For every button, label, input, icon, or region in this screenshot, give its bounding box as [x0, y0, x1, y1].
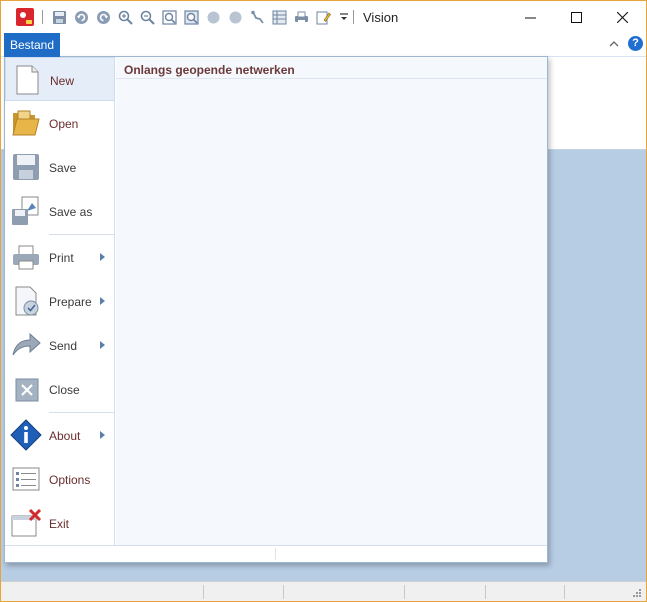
submenu-arrow-icon — [100, 297, 105, 305]
save-as-icon — [12, 196, 39, 225]
menu-item-label: Exit — [49, 517, 70, 531]
recent-networks-pane: Onlangs geopende netwerken — [116, 57, 547, 545]
menu-item-label: Prepare — [49, 295, 92, 309]
undo-icon[interactable] — [73, 9, 89, 25]
minimize-icon — [524, 17, 536, 18]
menu-item-new[interactable]: New — [5, 57, 115, 101]
circle-icon[interactable] — [227, 9, 243, 25]
recent-networks-divider — [116, 78, 547, 79]
connector-icon[interactable] — [249, 9, 265, 25]
edit-icon[interactable] — [315, 9, 331, 25]
zoom-in-icon[interactable] — [117, 9, 133, 25]
menu-footer — [5, 545, 547, 562]
status-separator — [283, 585, 284, 599]
menu-item-about[interactable]: About — [5, 413, 115, 457]
circle-icon[interactable] — [205, 9, 221, 25]
menu-item-save-as[interactable]: Save as — [5, 189, 115, 233]
close-window-button[interactable] — [599, 1, 645, 33]
status-separator — [404, 585, 405, 599]
menu-item-send[interactable]: Send — [5, 323, 115, 367]
app-logo-icon[interactable] — [16, 8, 34, 26]
open-folder-icon — [12, 110, 40, 136]
close-icon — [616, 11, 628, 23]
print-icon[interactable] — [293, 9, 309, 25]
ribbon-collapse-icon[interactable] — [607, 37, 621, 51]
redo-icon[interactable] — [95, 9, 111, 25]
prepare-icon — [15, 286, 39, 316]
maximize-button[interactable] — [553, 1, 599, 33]
toolbar-separator — [42, 10, 43, 24]
menu-item-label: Send — [49, 339, 78, 353]
exit-icon — [11, 508, 42, 537]
menu-item-exit[interactable]: Exit — [5, 501, 115, 545]
application-menu: New Open Save Save as Print Prepare Send… — [4, 56, 548, 563]
zoom-fit-icon[interactable] — [161, 9, 177, 25]
menu-item-options[interactable]: Options — [5, 457, 115, 501]
info-icon — [10, 419, 42, 451]
status-separator — [203, 585, 204, 599]
maximize-icon — [570, 11, 582, 23]
resize-grip-icon[interactable] — [632, 588, 642, 598]
menu-item-label: Save — [49, 161, 77, 175]
command-list: New Open Save Save as Print Prepare Send… — [5, 57, 115, 545]
submenu-arrow-icon — [100, 431, 105, 439]
save-icon[interactable] — [51, 9, 67, 25]
zoom-select-icon[interactable] — [183, 9, 199, 25]
submenu-arrow-icon — [100, 341, 105, 349]
menu-item-open[interactable]: Open — [5, 101, 115, 145]
toolbar-separator — [353, 10, 354, 24]
status-separator — [485, 585, 486, 599]
zoom-out-icon[interactable] — [139, 9, 155, 25]
menu-item-label: Open — [49, 117, 79, 131]
printer-icon — [13, 245, 39, 270]
menu-item-label: Options — [49, 473, 91, 487]
ribbon-tab-strip — [1, 33, 646, 57]
options-list-icon — [12, 467, 40, 491]
help-icon[interactable]: ? — [628, 36, 643, 51]
send-arrow-icon — [12, 332, 41, 356]
menu-item-label: Close — [49, 383, 80, 397]
table-icon[interactable] — [271, 9, 287, 25]
menu-item-label: New — [50, 74, 75, 88]
app-window: Vision ? Bestand New Open Save Save as P… — [0, 0, 647, 602]
window-title: Vision — [363, 10, 399, 25]
menu-item-label: Save as — [49, 205, 93, 219]
menu-item-close[interactable]: Close — [5, 367, 115, 411]
title-bar: Vision — [1, 1, 646, 33]
menu-item-save[interactable]: Save — [5, 145, 115, 189]
new-document-icon — [16, 65, 39, 95]
save-disk-icon — [13, 154, 39, 180]
menu-item-label: Print — [49, 251, 74, 265]
status-bar — [1, 581, 646, 601]
status-separator — [564, 585, 565, 599]
menu-item-prepare[interactable]: Prepare — [5, 279, 115, 323]
close-document-icon — [15, 378, 39, 402]
menu-item-label: About — [49, 429, 81, 443]
customize-dropdown-icon[interactable] — [336, 9, 352, 25]
submenu-arrow-icon — [100, 253, 105, 261]
menu-item-print[interactable]: Print — [5, 235, 115, 279]
application-menu-tab[interactable]: Bestand — [4, 33, 60, 57]
minimize-button[interactable] — [507, 1, 553, 33]
recent-networks-title: Onlangs geopende netwerken — [124, 63, 295, 77]
footer-separator — [275, 548, 276, 560]
